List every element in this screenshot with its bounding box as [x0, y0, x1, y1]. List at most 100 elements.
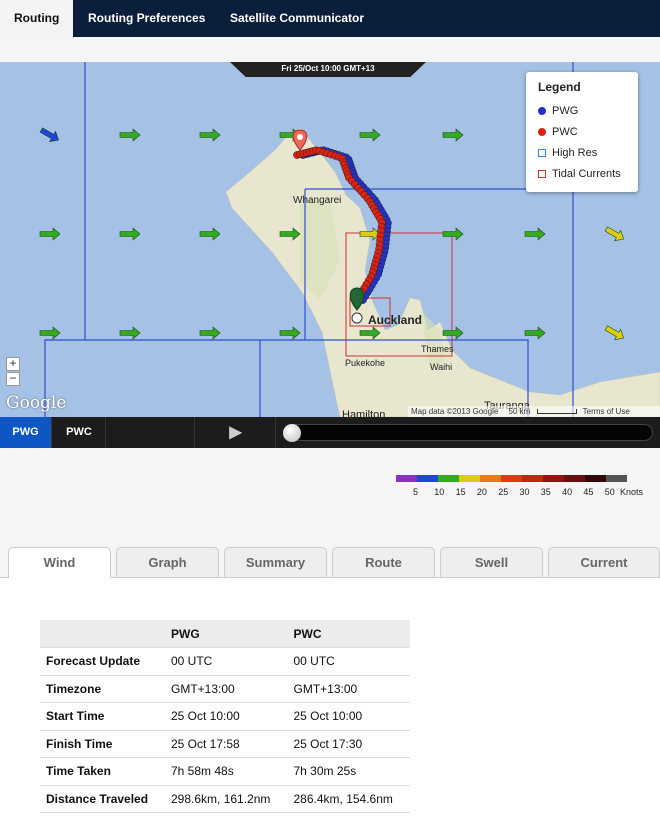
wind-speed-scale: [396, 475, 627, 482]
tab-current[interactable]: Current: [548, 547, 660, 577]
legend-item-pwg: PWG: [538, 100, 638, 121]
scale-swatch: [543, 475, 564, 482]
cell-value: 00 UTC: [165, 647, 288, 676]
legend-title: Legend: [538, 80, 581, 94]
tab-route[interactable]: Route: [332, 547, 435, 577]
scale-swatch: [564, 475, 585, 482]
row-label: Forecast Update: [40, 647, 165, 676]
place-waihi: Waihi: [430, 362, 452, 372]
cell-value: 25 Oct 10:00: [287, 702, 410, 731]
square-icon: [538, 148, 546, 157]
wind-arrow-icon: [442, 128, 464, 142]
wind-arrow-icon: [359, 128, 381, 142]
terms-link[interactable]: Terms of Use: [583, 407, 630, 416]
cell-value: GMT+13:00: [165, 675, 288, 703]
row-label: Finish Time: [40, 730, 165, 758]
legend-item-pwc: PWC: [538, 121, 638, 142]
timeline-slider[interactable]: [283, 424, 653, 441]
cell-value: 25 Oct 17:30: [287, 730, 410, 758]
attribution-text: Map data ©2013 Google: [411, 407, 499, 416]
table-row: Time Taken 7h 58m 48s 7h 30m 25s: [40, 757, 410, 786]
cell-value: 7h 58m 48s: [165, 757, 288, 786]
place-thames: Thames: [421, 344, 454, 354]
scale-swatch: [606, 475, 627, 482]
scale-swatch: [396, 475, 417, 482]
legend-label: PWC: [552, 125, 578, 138]
route-button-pwc[interactable]: PWC: [53, 417, 106, 448]
wind-arrow-icon: [279, 326, 301, 340]
legend-label: Tidal Currents: [552, 167, 621, 180]
wind-arrow-icon: [442, 227, 464, 241]
scale-swatch: [480, 475, 501, 482]
row-label: Start Time: [40, 702, 165, 731]
wind-arrow-icon: [604, 325, 625, 341]
legend-item-high-res: High Res: [538, 142, 638, 163]
wind-arrow-icon: [524, 227, 546, 241]
place-hamilton: Hamilton: [342, 409, 385, 417]
header-pwc: PWC: [287, 620, 410, 648]
table-row: Distance Traveled 298.6km, 161.2nm 286.4km…: [40, 785, 410, 813]
scale-swatch: [585, 475, 606, 482]
route-button-pwg[interactable]: PWG: [0, 417, 52, 448]
tab-summary[interactable]: Summary: [224, 547, 327, 577]
place-auckland: Auckland: [368, 313, 422, 327]
scale-label: 25: [498, 487, 509, 497]
scale-swatch: [501, 475, 522, 482]
place-pukekohe: Pukekohe: [345, 358, 385, 368]
nav-tab-routing[interactable]: Routing: [0, 0, 73, 37]
nav-tab-satellite-communicator[interactable]: Satellite Communicator: [216, 0, 378, 37]
header-pwg: PWG: [165, 620, 288, 648]
table-row: Start Time 25 Oct 10:00 25 Oct 10:00: [40, 702, 410, 731]
dot-icon: [538, 127, 546, 136]
table-row: Forecast Update 00 UTC 00 UTC: [40, 647, 410, 676]
wind-arrow-icon: [119, 227, 141, 241]
tab-graph[interactable]: Graph: [116, 547, 219, 577]
cell-value: 25 Oct 10:00: [165, 702, 288, 731]
table-row: Finish Time 25 Oct 17:58 25 Oct 17:30: [40, 730, 410, 758]
map-legend: Legend PWG PWC High Res Tidal Currents: [526, 72, 638, 192]
scale-label: 30: [519, 487, 530, 497]
scale-unit: Knots: [620, 487, 644, 497]
scale-label: 20: [476, 487, 487, 497]
top-nav: Routing Routing Preferences Satellite Co…: [0, 0, 660, 37]
timeline-slider-handle[interactable]: [283, 424, 301, 442]
tab-swell[interactable]: Swell: [440, 547, 543, 577]
route-comparison-table: PWG PWC Forecast Update 00 UTC 00 UTC Timez…: [40, 620, 410, 813]
cell-value: 25 Oct 17:58: [165, 730, 288, 758]
spacer: [107, 417, 195, 448]
square-icon: [538, 169, 546, 178]
scale-label: 50: [604, 487, 615, 497]
header-blank: [40, 620, 165, 648]
google-logo: Google: [6, 393, 67, 413]
dot-icon: [538, 106, 546, 115]
scale-swatch: [459, 475, 480, 482]
play-icon: ▶: [229, 424, 242, 441]
map-scale: 50 km: [508, 407, 531, 416]
wind-arrow-icon: [39, 127, 60, 143]
wind-arrow-icon: [199, 128, 221, 142]
scale-label: 10: [434, 487, 445, 497]
legend-label: High Res: [552, 146, 598, 159]
row-label: Time Taken: [40, 757, 165, 786]
cell-value: 298.6km, 161.2nm: [165, 785, 288, 813]
scale-label: 35: [540, 487, 551, 497]
table-header: PWG PWC: [40, 620, 410, 648]
zoom-out-button[interactable]: −: [6, 372, 20, 386]
nav-tab-routing-preferences[interactable]: Routing Preferences: [74, 0, 219, 37]
play-button[interactable]: ▶: [196, 417, 276, 448]
legend-item-tidal-currents: Tidal Currents: [538, 163, 638, 184]
tab-wind[interactable]: Wind: [8, 547, 111, 578]
scale-swatch: [417, 475, 438, 482]
cell-value: 00 UTC: [287, 647, 410, 676]
table-row: Timezone GMT+13:00 GMT+13:00: [40, 675, 410, 703]
cell-value: 7h 30m 25s: [287, 757, 410, 786]
row-label: Timezone: [40, 675, 165, 703]
row-label: Distance Traveled: [40, 785, 165, 813]
cell-value: 286.4km, 154.6nm: [287, 785, 410, 813]
zoom-in-button[interactable]: +: [6, 357, 20, 371]
place-whangarei: Whangarei: [293, 195, 341, 206]
scale-label: 45: [583, 487, 594, 497]
wind-arrow-icon: [39, 227, 61, 241]
wind-arrow-icon: [199, 227, 221, 241]
map-attribution: Map data ©2013 Google 50 km Terms of Use: [408, 406, 660, 417]
